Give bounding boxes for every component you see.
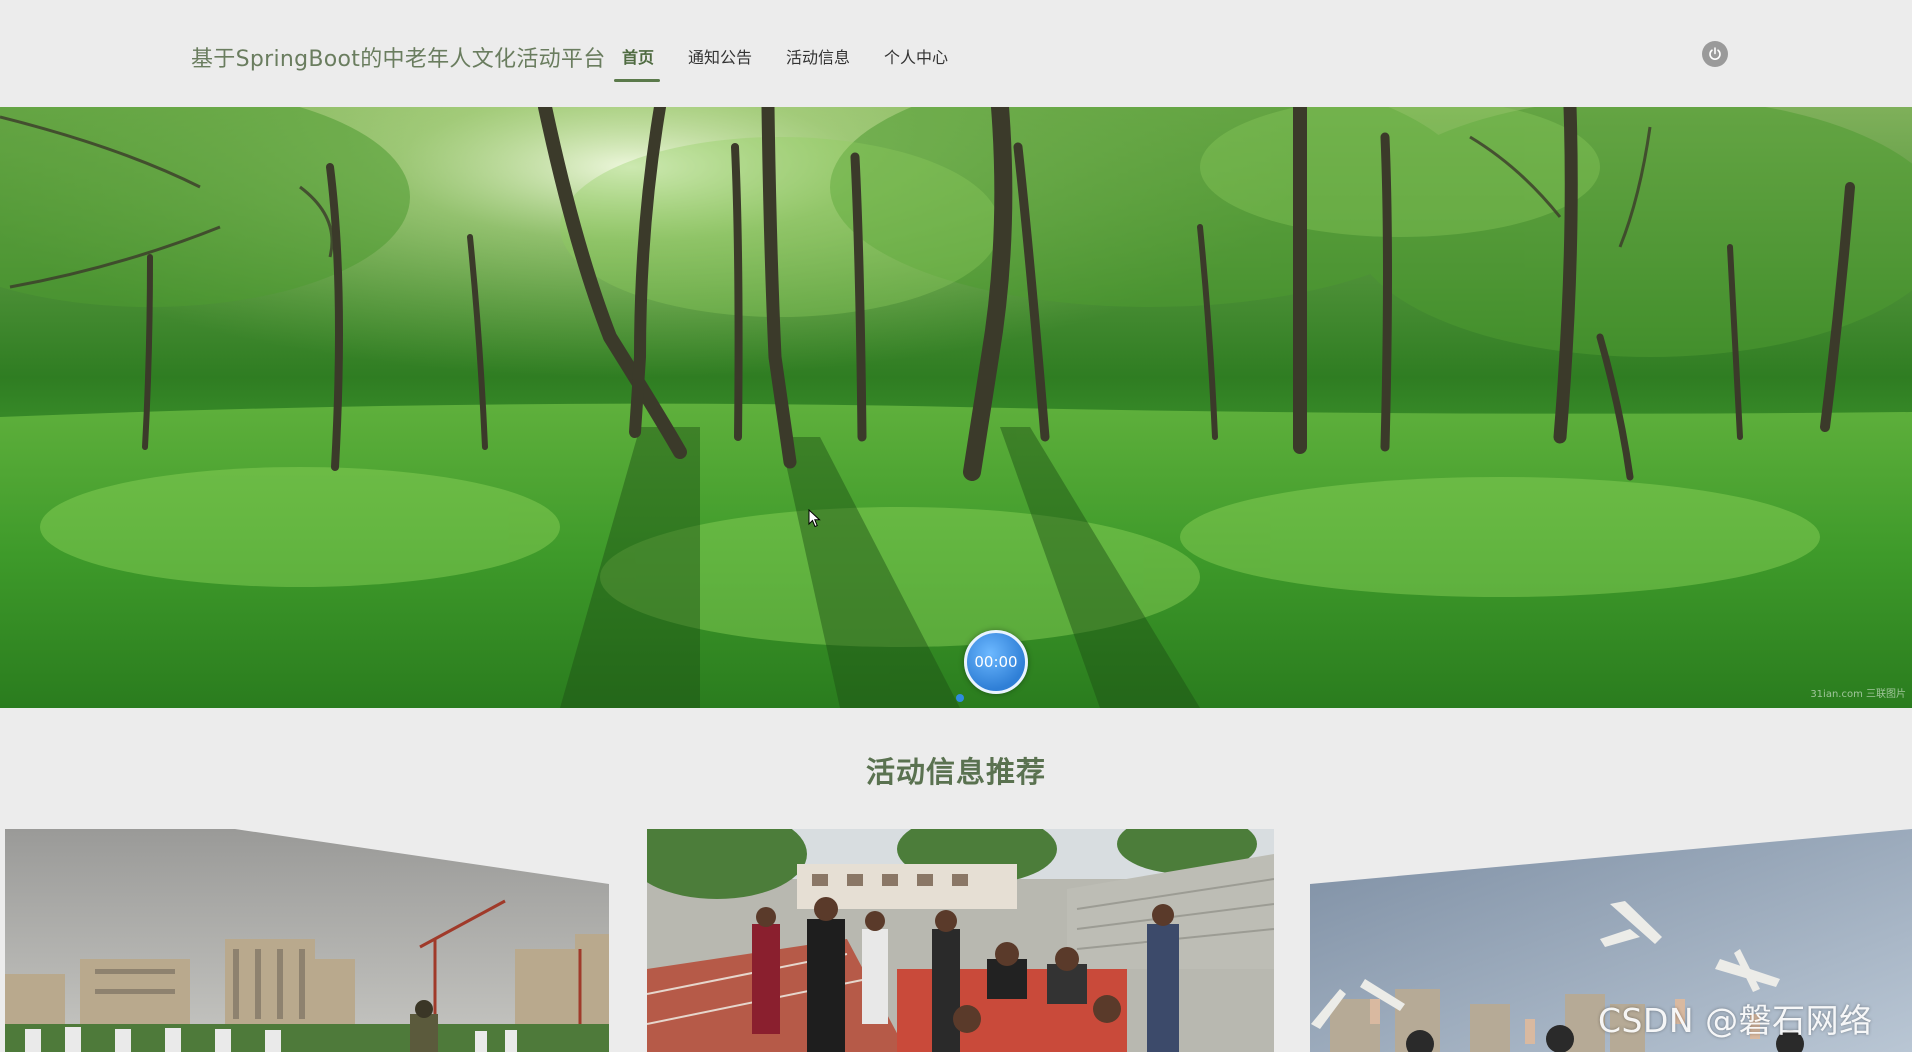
nav-item-home[interactable]: 首页 (612, 42, 662, 82)
timer-text: 00:00 (974, 653, 1018, 671)
banner-watermark: 31ian.com 三联图片 (1810, 689, 1906, 700)
csdn-watermark: CSDN @磐石网络 (1598, 1001, 1873, 1040)
power-icon (1709, 47, 1721, 60)
logout-button[interactable] (1702, 41, 1728, 67)
activity-image (647, 829, 1274, 1052)
carousel-indicator[interactable] (956, 694, 964, 702)
nav-item-activities[interactable]: 活动信息 (776, 42, 858, 82)
activity-card-1[interactable] (5, 829, 609, 1052)
activity-card-2[interactable] (647, 829, 1274, 1052)
nav-item-profile[interactable]: 个人中心 (874, 42, 956, 82)
mouse-cursor-icon (808, 509, 821, 528)
timer-badge[interactable]: 00:00 (964, 630, 1028, 694)
banner-carousel[interactable]: 00:00 31ian.com 三联图片 (0, 107, 1912, 708)
activity-image (5, 829, 609, 1052)
site-header: 基于SpringBoot的中老年人文化活动平台 首页 通知公告 活动信息 个人中… (0, 0, 1912, 107)
nav-item-notices[interactable]: 通知公告 (678, 42, 760, 82)
forest-banner-image (0, 107, 1912, 708)
site-brand[interactable]: 基于SpringBoot的中老年人文化活动平台 (191, 41, 606, 73)
main-nav: 首页 通知公告 活动信息 个人中心 (612, 42, 972, 82)
section-title: 活动信息推荐 (865, 755, 1046, 789)
